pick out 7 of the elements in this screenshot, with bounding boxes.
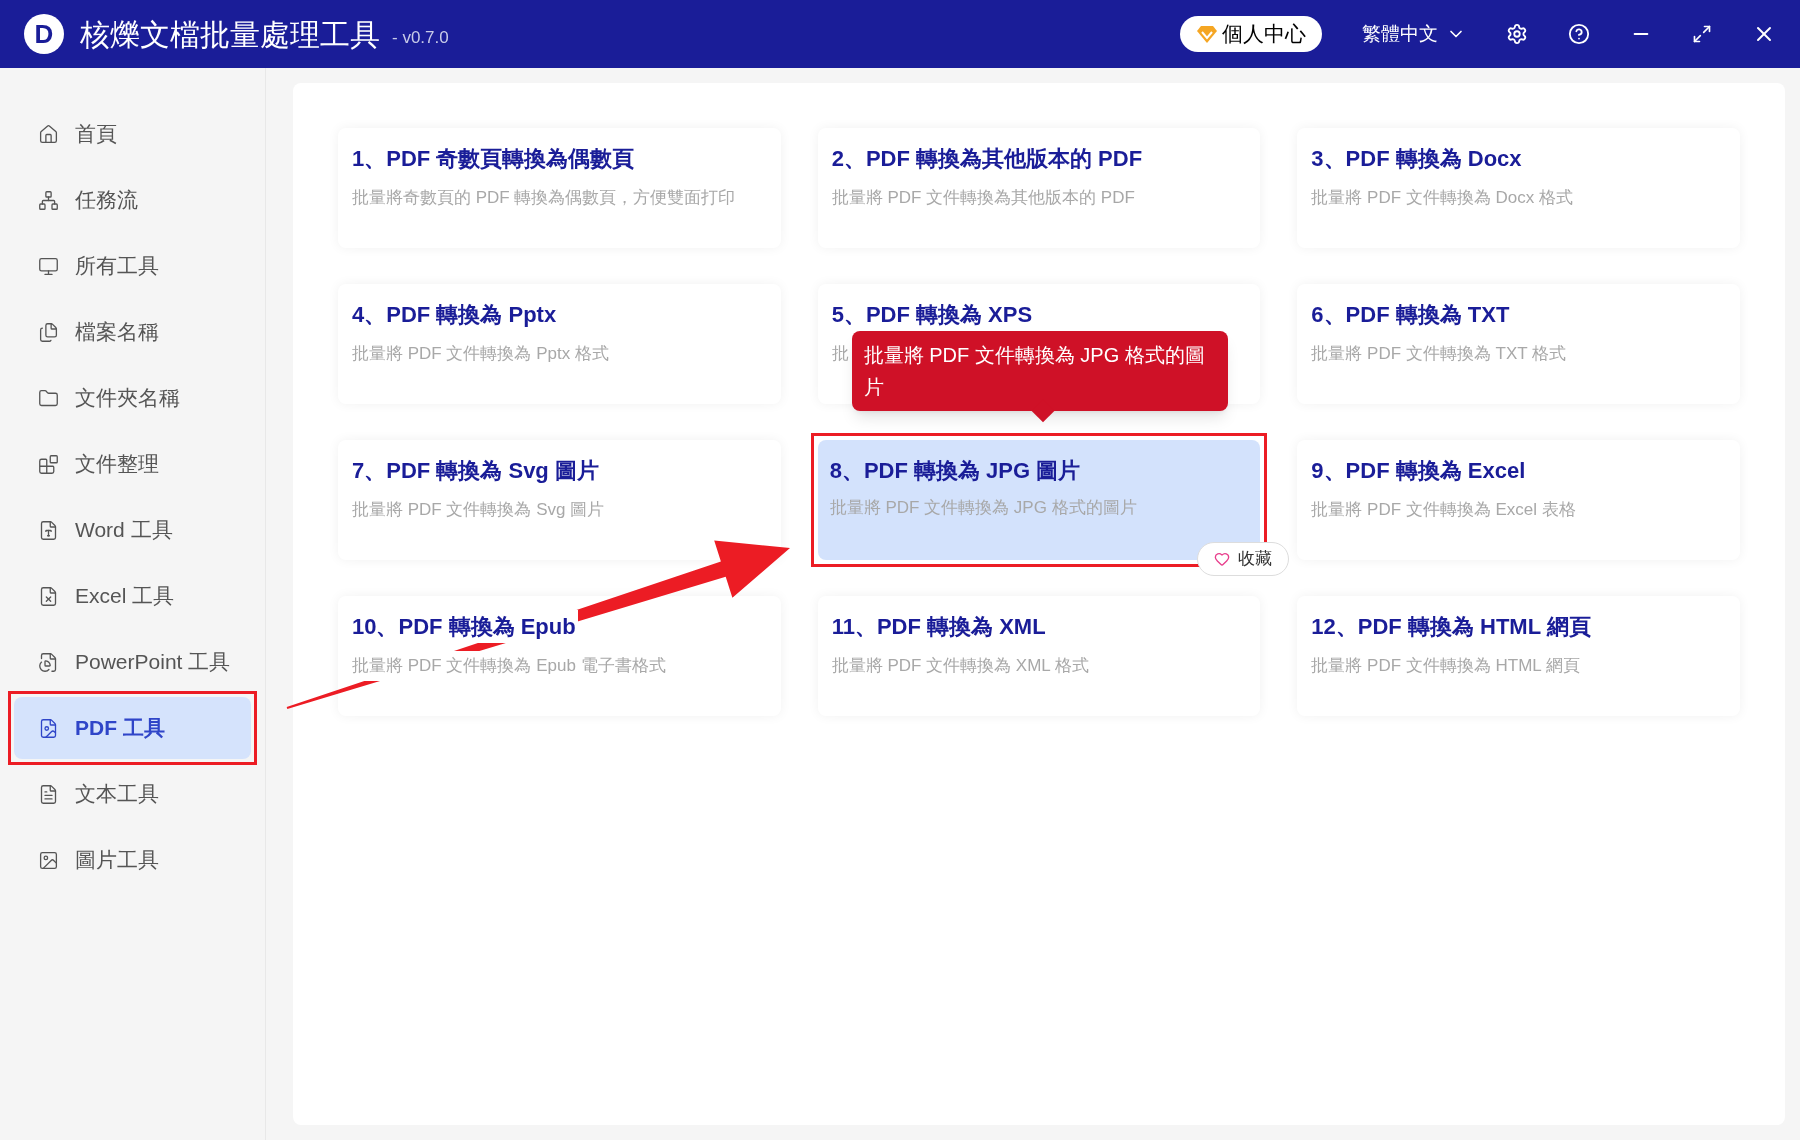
tool-title: 8、PDF 轉換為 JPG 圖片	[829, 457, 1081, 485]
app-title: 核爍文檔批量處理工具	[80, 16, 380, 53]
app-version: - v0.7.0	[392, 27, 449, 50]
tool-description: 批量將 PDF 文件轉換為 JPG 格式的圖片	[829, 497, 1137, 519]
tool-title: 10、PDF 轉換為 Epub	[350, 610, 578, 643]
app-logo: D	[24, 14, 64, 54]
tool-description: 批量將 PDF 文件轉換為 Epub 電子書格式	[350, 651, 668, 681]
